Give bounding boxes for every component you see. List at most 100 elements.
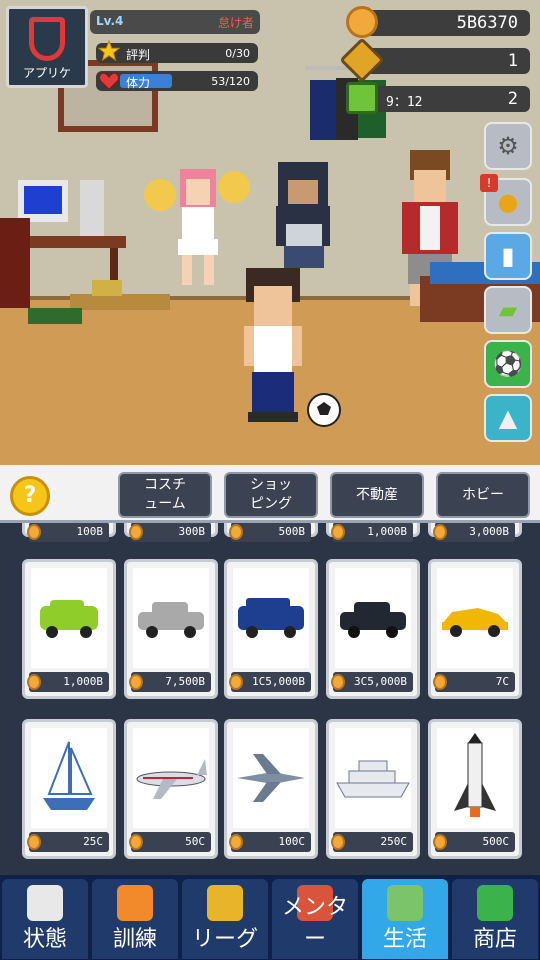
stamina-label: 体力 [126,76,151,90]
item-card[interactable]: 100B [22,523,116,542]
coin-icon [129,524,143,540]
level-text: Lv.4 [96,14,124,28]
item-price: 500C [433,832,515,852]
help-button[interactable]: ? [10,476,50,516]
item-card[interactable]: 3,000B [428,523,522,542]
player-character [244,268,302,422]
tab-real-estate[interactable]: 不動産 [330,472,424,518]
item-price: 1,000B [27,672,109,692]
coin-icon [346,6,378,38]
nav-league[interactable]: リーグ [182,879,268,959]
reputation-label: 評判 [126,48,151,62]
cruise-ship-icon [335,728,411,828]
bottom-nav: 状態 訓練 リーグ メンター 生活 商店 [0,875,540,960]
item-card-fighter-jet[interactable]: 100C [224,719,318,859]
green-car-icon [31,568,107,668]
item-card-green-car[interactable]: 1,000B [22,559,116,699]
item-card-black-sedan[interactable]: 3C5,000B [326,559,420,699]
reputation-bar: 評判 0/30 [96,43,258,63]
stamina-bar: 体力 53/120 [96,71,258,91]
sailboat-icon [31,728,107,828]
coin-icon [331,674,345,690]
nav-mentor-label: メンター [281,895,348,952]
coin-icon [331,524,345,540]
tab-hobby[interactable]: ホビー [436,472,530,518]
item-price: 3C5,000B [331,672,413,692]
item-price: 300B [129,523,211,542]
rank-text: 怠け者 [217,16,254,30]
coin-icon [229,524,243,540]
medal-icon: ● [497,188,519,216]
fighter-jet-icon [233,728,309,828]
gem-counter: 1 [339,37,530,83]
silver-sedan-icon [133,568,209,668]
coin-icon [229,834,243,850]
app-shield-button[interactable]: アプリケ [6,6,88,88]
tab-costume[interactable]: コスチ ューム [118,472,212,518]
alert-badge-icon: ! [480,174,498,192]
energy-drink-icon: ▲ [498,404,518,432]
item-card-sports-car[interactable]: 7C [428,559,522,699]
gem-value: 1 [507,51,518,71]
ranking-button[interactable]: ▮ [484,232,532,280]
shop-panel: ? コスチ ューム ショッ ピング 不動産 ホビー 100B 300B 500B… [0,465,540,875]
soccer-button[interactable]: ⚽ [484,340,532,388]
level-bar: Lv.4 怠け者 [90,10,260,34]
category-tab-bar: ? コスチ ューム ショッ ピング 不動産 ホビー [0,465,540,523]
coin-counter: 5B6370 [346,6,530,38]
shield-icon [29,17,65,61]
ticket-timer: 9：12 [386,95,423,110]
blue-suv-icon [233,568,309,668]
nav-shop[interactable]: 商店 [452,879,538,959]
item-price: 25C [27,832,109,852]
item-card-sailboat[interactable]: 25C [22,719,116,859]
trophy-icon [207,885,243,921]
nav-life-label: 生活 [382,927,427,952]
item-price: 3,000B [433,523,515,542]
nav-life[interactable]: 生活 [362,879,448,959]
coin-icon [229,674,243,690]
settings-button[interactable]: ⚙ [484,122,532,170]
star-icon [98,40,120,62]
gear-icon: ⚙ [497,132,519,160]
item-card-blue-suv[interactable]: 1C5,000B [224,559,318,699]
nav-status[interactable]: 状態 [2,879,88,959]
city-icon [387,885,423,921]
achievements-button[interactable]: ● ! [480,174,532,226]
nav-status-label: 状態 [22,927,67,952]
heart-icon [99,72,119,90]
black-sedan-icon [335,568,411,668]
energy-drink-button[interactable]: ▲ [484,394,532,442]
ticket-value: 2 [507,89,518,109]
tab-shopping[interactable]: ショッ ピング [224,472,318,518]
cart-icon [477,885,513,921]
item-grid: 100B 300B 500B 1,000B 3,000B 1,000B 7,50… [0,523,540,875]
item-price: 7C [433,672,515,692]
nav-mentor[interactable]: メンター [272,879,358,959]
item-price: 7,500B [129,672,211,692]
nav-shop-label: 商店 [472,927,517,952]
item-card-cruise-ship[interactable]: 250C [326,719,420,859]
book-on-floor [28,308,82,324]
item-card[interactable]: 1,000B [326,523,420,542]
ranking-icon: ▮ [501,242,515,270]
soccer-ball-icon: ⚽ [493,350,523,378]
item-card-space-shuttle[interactable]: 500C [428,719,522,859]
coin-icon [129,674,143,690]
ticket-icon: ▰ [498,296,518,324]
item-card[interactable]: 300B [124,523,218,542]
coin-icon [129,834,143,850]
item-price: 1C5,000B [229,672,311,692]
item-card[interactable]: 500B [224,523,318,542]
item-price: 250C [331,832,413,852]
nav-training[interactable]: 訓練 [92,879,178,959]
item-price: 1,000B [331,523,413,542]
ticket-button[interactable]: ▰ [484,286,532,334]
ticket-icon [346,82,378,114]
item-card-private-jet[interactable]: 50C [124,719,218,859]
item-card-silver-sedan[interactable]: 7,500B [124,559,218,699]
coin-value: 5B6370 [456,13,518,33]
cones-icon [117,885,153,921]
room-scene: アプリケ Lv.4 怠け者 評判 0/30 体力 53/120 5B6370 1… [0,0,540,465]
item-price: 500B [229,523,311,542]
